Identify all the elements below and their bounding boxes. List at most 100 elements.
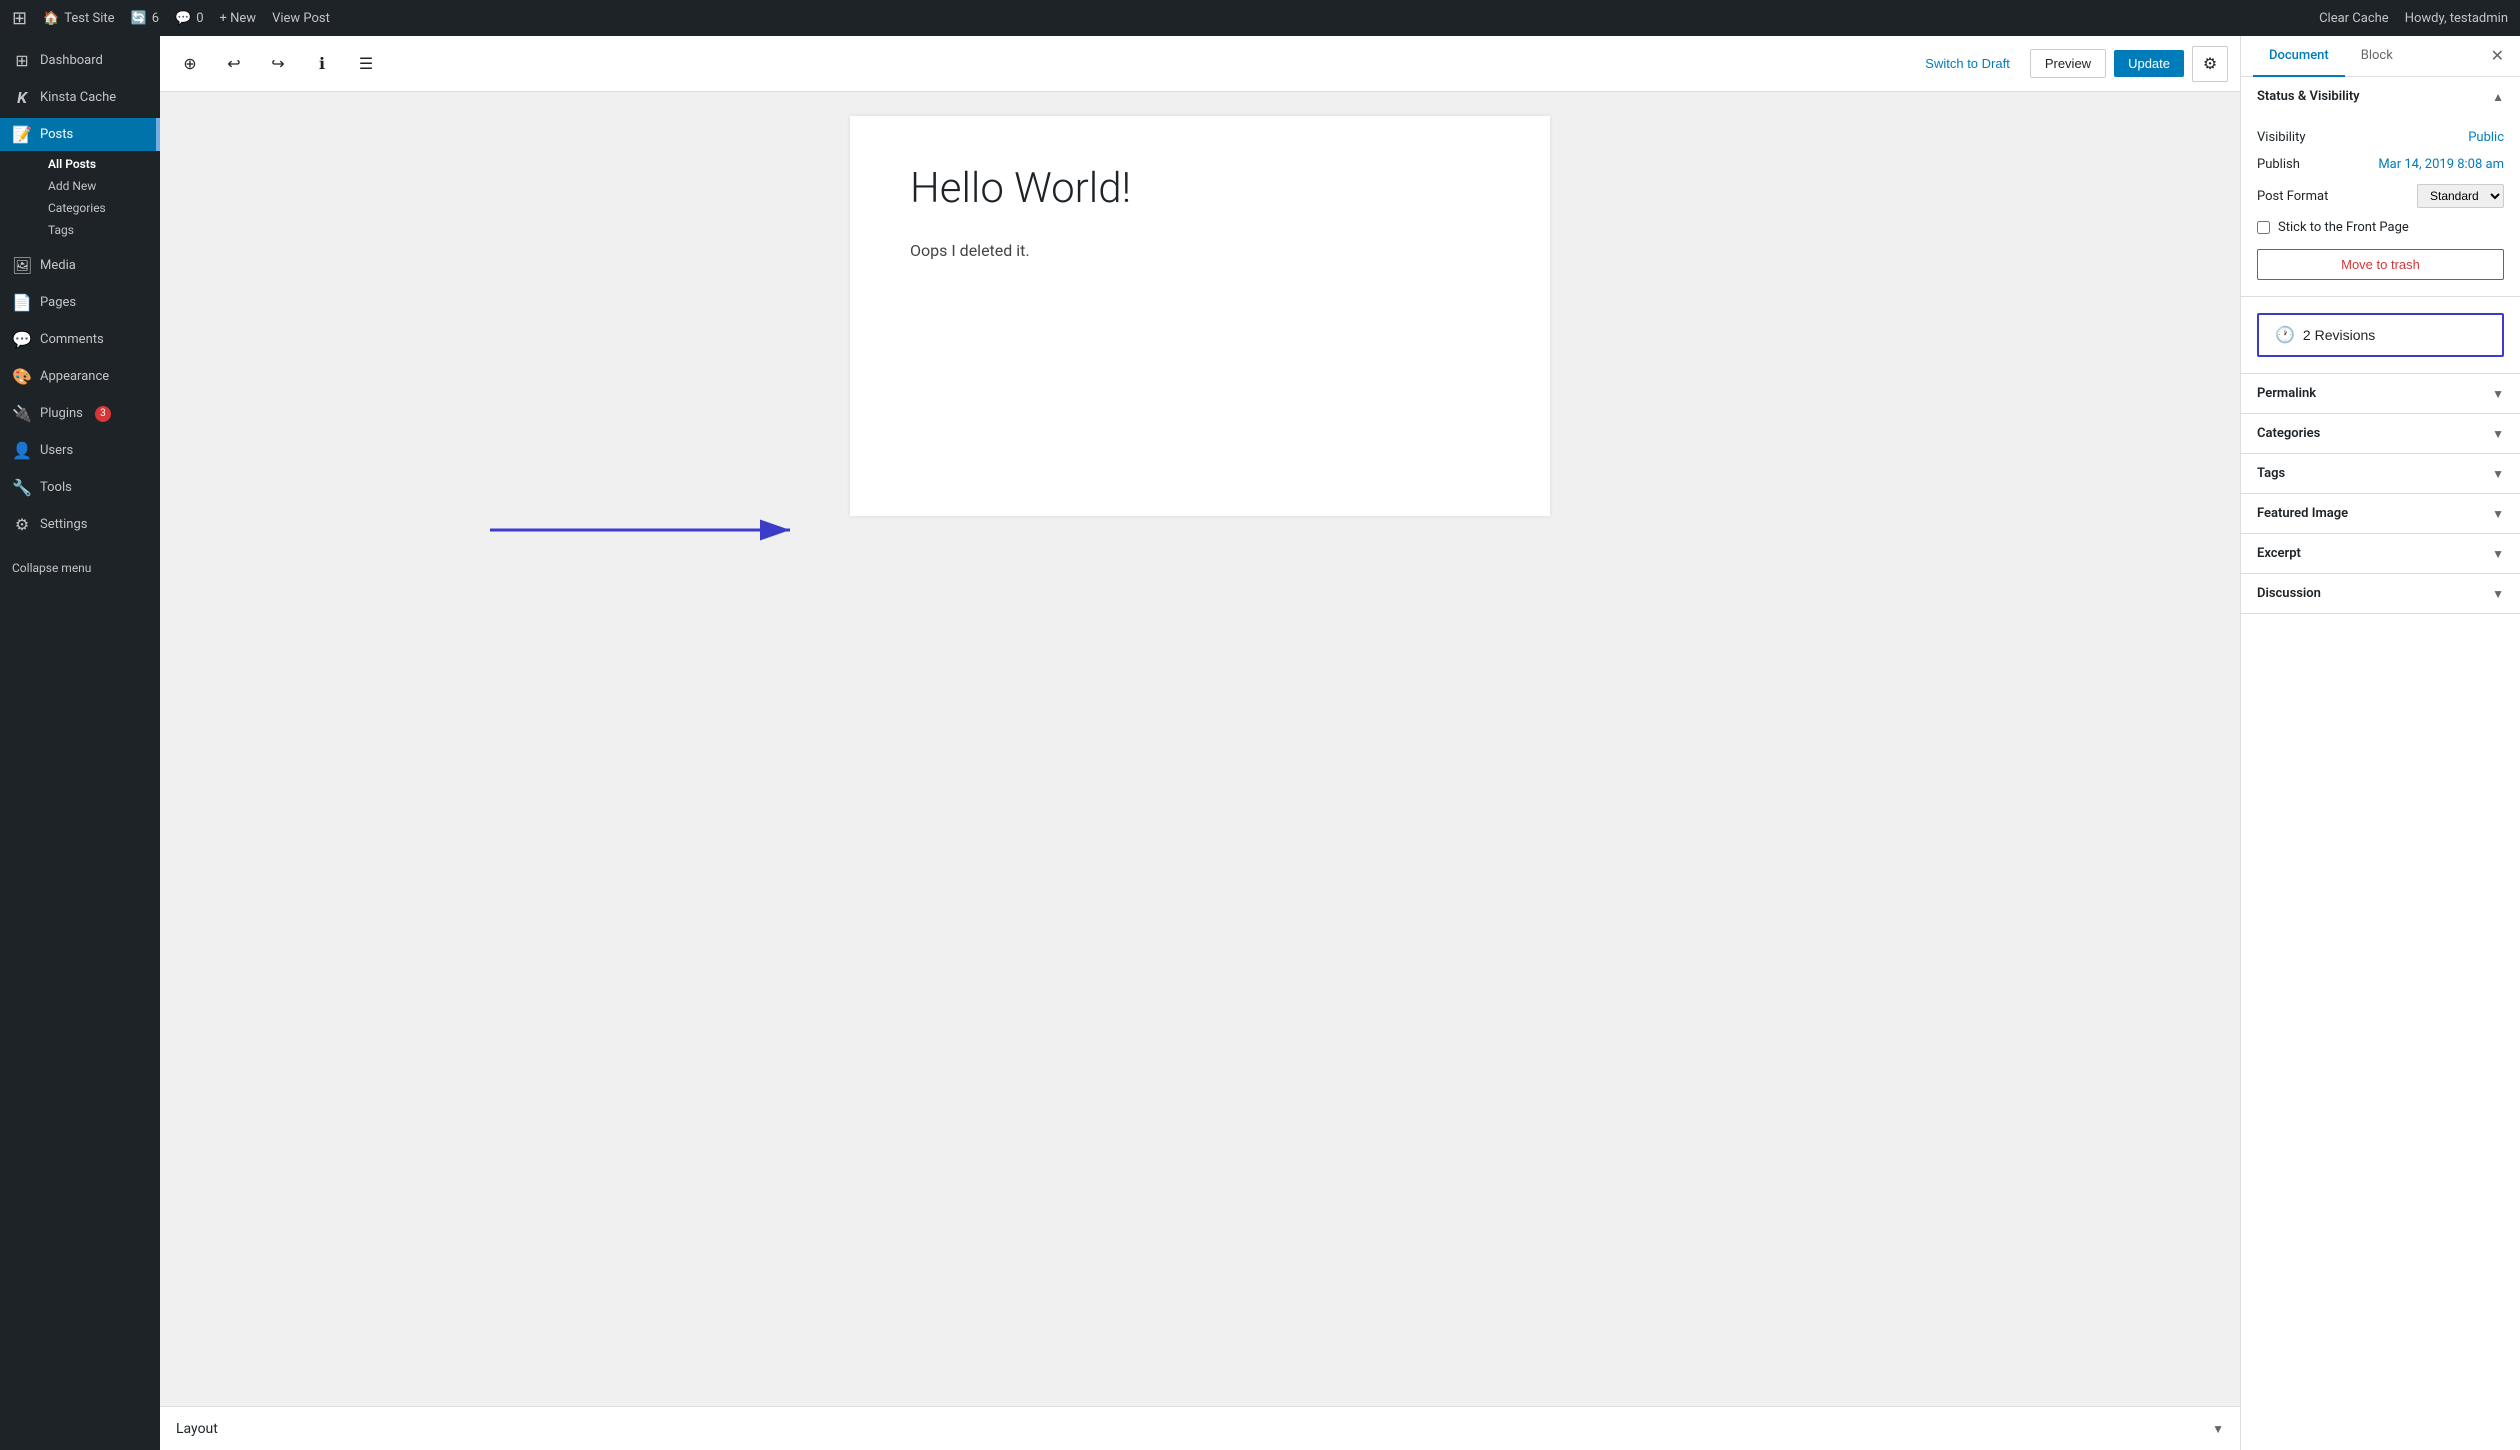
sidebar-section-tools: 🔧 Tools bbox=[0, 471, 160, 504]
tab-document[interactable]: Document bbox=[2253, 36, 2345, 77]
comments-link[interactable]: 💬 0 bbox=[175, 11, 204, 26]
sidebar-item-posts[interactable]: 📝 Posts bbox=[0, 118, 160, 151]
sidebar-item-all-posts[interactable]: All Posts bbox=[40, 153, 160, 175]
revisions-label: 2 Revisions bbox=[2303, 327, 2375, 343]
posts-icon: 📝 bbox=[12, 125, 32, 144]
undo-btn[interactable]: ↩ bbox=[216, 46, 252, 82]
view-post-link[interactable]: View Post bbox=[272, 11, 330, 26]
featured-image-section: Featured Image ▼ bbox=[2241, 494, 2520, 534]
categories-header[interactable]: Categories ▼ bbox=[2241, 414, 2520, 453]
sidebar-item-label: Dashboard bbox=[40, 53, 103, 68]
sidebar-item-kinsta[interactable]: K Kinsta Cache bbox=[0, 81, 160, 114]
permalink-chevron-icon: ▼ bbox=[2492, 387, 2504, 401]
sidebar-item-plugins[interactable]: 🔌 Plugins 3 bbox=[0, 397, 160, 430]
sidebar-item-users[interactable]: 👤 Users bbox=[0, 434, 160, 467]
sidebar-section-comments: 💬 Comments bbox=[0, 323, 160, 356]
sidebar-item-label: Pages bbox=[40, 295, 76, 310]
updates-icon: 🔄 bbox=[131, 11, 147, 26]
settings-icon: ⚙ bbox=[12, 515, 32, 534]
sidebar-item-add-new[interactable]: Add New bbox=[40, 175, 160, 197]
layout-bar: Layout ▼ bbox=[160, 1406, 2240, 1450]
sidebar-section-posts: 📝 Posts All Posts Add New Categories Tag… bbox=[0, 118, 160, 245]
layout-chevron-icon[interactable]: ▼ bbox=[2212, 1422, 2224, 1436]
clear-cache-btn[interactable]: Clear Cache bbox=[2319, 11, 2389, 26]
post-body[interactable]: Oops I deleted it. bbox=[910, 238, 1490, 264]
publish-row: Publish Mar 14, 2019 8:08 am bbox=[2257, 151, 2504, 178]
new-link[interactable]: + New bbox=[220, 11, 257, 26]
info-btn[interactable]: ℹ bbox=[304, 46, 340, 82]
visibility-value[interactable]: Public bbox=[2468, 130, 2504, 145]
panel-content: Status & Visibility ▲ Visibility Public … bbox=[2241, 77, 2520, 1450]
sidebar-item-dashboard[interactable]: ⊞ Dashboard bbox=[0, 44, 160, 77]
howdy-user[interactable]: Howdy, testadmin bbox=[2405, 11, 2508, 26]
wp-logo-icon[interactable]: ⊞ bbox=[12, 8, 27, 29]
editor-toolbar: ⊕ ↩ ↪ ℹ ☰ Switch to Draft Preview Update… bbox=[160, 36, 2240, 92]
discussion-title: Discussion bbox=[2257, 586, 2321, 601]
featured-image-header[interactable]: Featured Image ▼ bbox=[2241, 494, 2520, 533]
editor-content[interactable]: Hello World! Oops I deleted it. bbox=[160, 92, 2240, 1406]
tags-section: Tags ▼ bbox=[2241, 454, 2520, 494]
post-format-select[interactable]: Standard bbox=[2417, 184, 2504, 208]
switch-to-draft-btn[interactable]: Switch to Draft bbox=[1913, 50, 2022, 77]
permalink-header[interactable]: Permalink ▼ bbox=[2241, 374, 2520, 413]
sidebar-item-tags[interactable]: Tags bbox=[40, 219, 160, 241]
editor-area: ⊕ ↩ ↪ ℹ ☰ Switch to Draft Preview Update… bbox=[160, 36, 2240, 1450]
sidebar-item-categories[interactable]: Categories bbox=[40, 197, 160, 219]
move-to-trash-btn[interactable]: Move to trash bbox=[2257, 249, 2504, 280]
sidebar-item-pages[interactable]: 📄 Pages bbox=[0, 286, 160, 319]
featured-image-chevron-icon: ▼ bbox=[2492, 507, 2504, 521]
updates-link[interactable]: 🔄 6 bbox=[131, 11, 160, 26]
collapse-menu-btn[interactable]: Collapse menu bbox=[0, 549, 160, 587]
tags-header[interactable]: Tags ▼ bbox=[2241, 454, 2520, 493]
undo-icon: ↩ bbox=[227, 54, 240, 74]
home-icon: 🏠 bbox=[43, 11, 59, 26]
visibility-label: Visibility bbox=[2257, 130, 2306, 145]
sidebar-item-media[interactable]: 🖼 Media bbox=[0, 249, 160, 282]
sidebar-item-settings[interactable]: ⚙ Settings bbox=[0, 508, 160, 541]
status-visibility-header[interactable]: Status & Visibility ▲ bbox=[2241, 77, 2520, 116]
sidebar-item-label: Posts bbox=[40, 127, 73, 142]
sidebar-section-settings: ⚙ Settings bbox=[0, 508, 160, 541]
panel-close-btn[interactable]: ✕ bbox=[2487, 42, 2508, 70]
tags-chevron-icon: ▼ bbox=[2492, 467, 2504, 481]
categories-section: Categories ▼ bbox=[2241, 414, 2520, 454]
sidebar-sub-posts: All Posts Add New Categories Tags bbox=[0, 151, 160, 245]
stick-front-page-checkbox[interactable] bbox=[2257, 221, 2270, 234]
tools-icon: 🔧 bbox=[12, 478, 32, 497]
gear-icon: ⚙ bbox=[2203, 54, 2217, 74]
add-block-btn[interactable]: ⊕ bbox=[172, 46, 208, 82]
block-nav-btn[interactable]: ☰ bbox=[348, 46, 384, 82]
sidebar-section-pages: 📄 Pages bbox=[0, 286, 160, 319]
discussion-section: Discussion ▼ bbox=[2241, 574, 2520, 614]
revisions-btn[interactable]: 🕐 2 Revisions bbox=[2257, 313, 2504, 357]
comments-icon: 💬 bbox=[175, 11, 191, 26]
stick-front-page-label: Stick to the Front Page bbox=[2278, 220, 2409, 235]
redo-btn[interactable]: ↪ bbox=[260, 46, 296, 82]
site-name-link[interactable]: 🏠 Test Site bbox=[43, 11, 114, 26]
sidebar-item-comments[interactable]: 💬 Comments bbox=[0, 323, 160, 356]
sidebar-item-tools[interactable]: 🔧 Tools bbox=[0, 471, 160, 504]
tags-title: Tags bbox=[2257, 466, 2285, 481]
featured-image-title: Featured Image bbox=[2257, 506, 2348, 521]
status-visibility-section: Status & Visibility ▲ Visibility Public … bbox=[2241, 77, 2520, 297]
excerpt-header[interactable]: Excerpt ▼ bbox=[2241, 534, 2520, 573]
kinsta-icon: K bbox=[12, 88, 32, 107]
update-btn[interactable]: Update bbox=[2114, 50, 2184, 77]
sidebar-section-kinsta: K Kinsta Cache bbox=[0, 81, 160, 114]
publish-date[interactable]: Mar 14, 2019 8:08 am bbox=[2378, 157, 2504, 172]
settings-gear-btn[interactable]: ⚙ bbox=[2192, 46, 2228, 82]
revisions-section: 🕐 2 Revisions bbox=[2241, 297, 2520, 374]
dashboard-icon: ⊞ bbox=[12, 51, 32, 70]
preview-btn[interactable]: Preview bbox=[2030, 49, 2106, 78]
sidebar-section-dashboard: ⊞ Dashboard bbox=[0, 44, 160, 77]
discussion-header[interactable]: Discussion ▼ bbox=[2241, 574, 2520, 613]
media-icon: 🖼 bbox=[12, 256, 32, 275]
sidebar-item-appearance[interactable]: 🎨 Appearance bbox=[0, 360, 160, 393]
stick-front-page-row: Stick to the Front Page bbox=[2257, 214, 2504, 241]
users-icon: 👤 bbox=[12, 441, 32, 460]
right-panel: Document Block ✕ Status & Visibility ▲ V… bbox=[2240, 36, 2520, 1450]
post-title[interactable]: Hello World! bbox=[910, 164, 1490, 214]
tab-block[interactable]: Block bbox=[2345, 36, 2409, 77]
sidebar-item-label: Settings bbox=[40, 517, 87, 532]
info-icon: ℹ bbox=[319, 54, 325, 74]
